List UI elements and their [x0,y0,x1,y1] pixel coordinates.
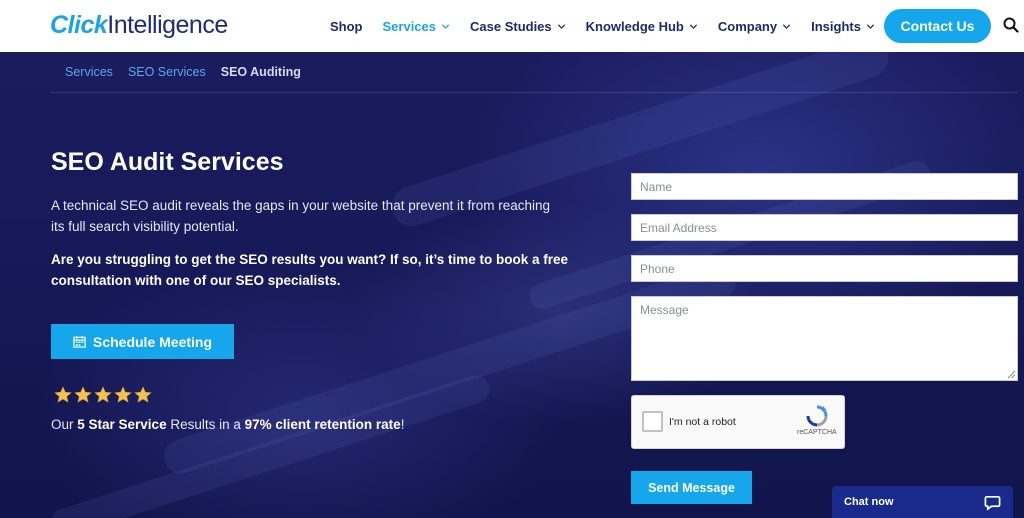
chat-widget[interactable]: Chat now [832,486,1013,518]
breadcrumb-seo-auditing: SEO Auditing [220,65,301,79]
message-field[interactable] [631,296,1018,381]
chat-label: Chat now [844,496,894,508]
logo-intelligence: Intelligence [107,11,228,39]
breadcrumb: Services SEO Services SEO Auditing [65,65,316,79]
star-icon [114,386,132,403]
rating-text: Our 5 Star Service Results in a 97% clie… [51,417,404,432]
chevron-down-icon [866,23,875,29]
star-icon [54,386,72,403]
chat-bubble-icon [984,495,1001,511]
schedule-meeting-label: Schedule Meeting [92,333,213,350]
hero-description: A technical SEO audit reveals the gaps i… [51,198,551,234]
calendar-icon [73,335,86,348]
hero-cta-text: Are you struggling to get the SEO result… [51,252,569,288]
chevron-down-icon [441,23,450,29]
phone-field[interactable] [631,255,1018,282]
star-icon [94,386,112,403]
breadcrumb-divider [51,92,1018,93]
nav-label: Case Studies [470,18,552,34]
main-nav: Shop Services Case Studies Knowledge Hub… [330,0,895,52]
logo[interactable]: ClickIntelligence [50,11,228,39]
page-title: SEO Audit Services [51,148,284,176]
resize-grip-icon[interactable] [1007,370,1016,379]
send-message-button[interactable]: Send Message [631,471,752,504]
chevron-down-icon [783,23,791,29]
chevron-down-icon [557,23,565,29]
breadcrumb-seo-services[interactable]: SEO Services [128,65,206,79]
name-field[interactable] [631,173,1018,200]
star-rating [54,386,152,404]
rating-prefix: Our [51,417,78,432]
nav-insights[interactable]: Insights [811,19,875,34]
star-icon [134,386,152,403]
nav-label: Services [382,18,437,34]
star-icon [74,386,92,403]
email-field[interactable] [631,214,1018,241]
chevron-down-icon [689,23,697,29]
nav-knowledge-hub[interactable]: Knowledge Hub [586,19,698,34]
nav-label: Company [717,18,778,34]
contact-us-button[interactable]: Contact Us [884,9,991,43]
hero-section: Services SEO Services SEO Auditing SEO A… [0,52,1024,518]
nav-label: Knowledge Hub [585,18,684,34]
nav-label: Shop [330,18,363,34]
logo-click: Click [50,11,108,39]
recaptcha-checkbox[interactable] [642,411,663,432]
search-icon[interactable] [1003,17,1019,33]
recaptcha-icon [806,405,828,427]
rating-service: 5 Star Service [77,417,167,432]
recaptcha-brand: reCAPTCHA [797,429,837,436]
rating-retention: 97% client retention rate [244,417,401,432]
recaptcha-widget: I'm not a robot reCAPTCHA [631,395,845,449]
nav-label: Insights [811,18,861,34]
rating-suffix: ! [400,417,405,432]
breadcrumb-services[interactable]: Services [65,65,113,79]
recaptcha-label: I'm not a robot [669,416,736,428]
nav-services[interactable]: Services [383,19,451,34]
rating-mid: Results in a [166,417,245,432]
nav-shop[interactable]: Shop [330,19,363,34]
site-header: ClickIntelligence Shop Services Case Stu… [0,0,1024,52]
nav-company[interactable]: Company [718,19,791,34]
nav-case-studies[interactable]: Case Studies [470,19,566,34]
schedule-meeting-button[interactable]: Schedule Meeting [51,324,234,359]
